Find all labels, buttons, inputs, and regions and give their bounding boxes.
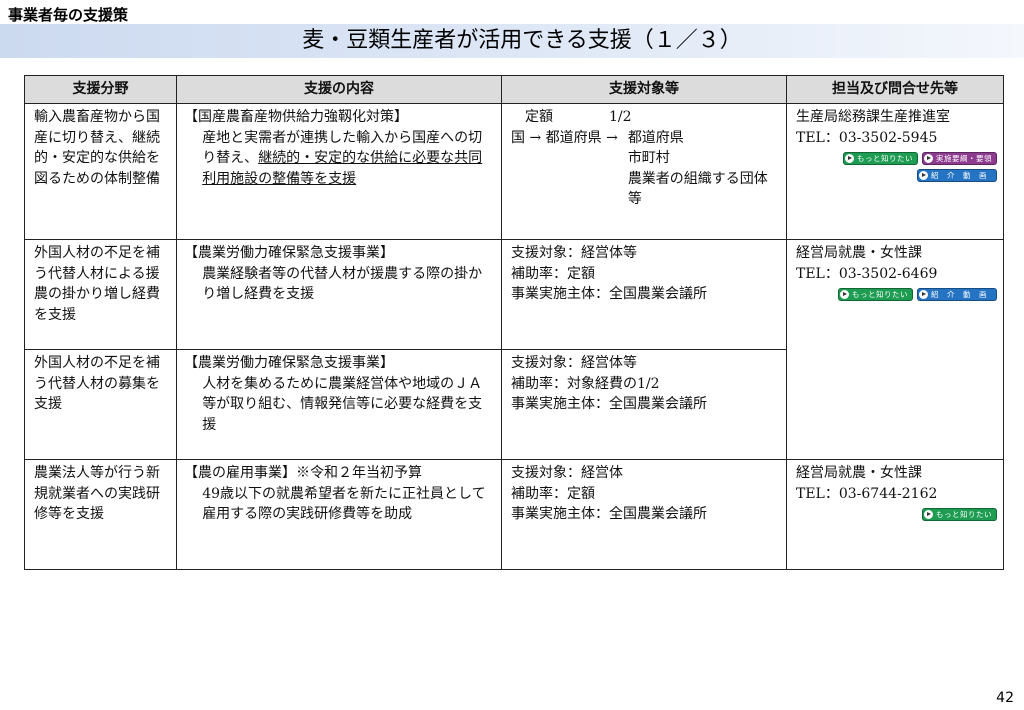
arrow-circle-icon (840, 290, 849, 299)
content-title: 【農業労働力確保緊急支援事業】 (184, 355, 394, 371)
content-body: 49歳以下の就農希望者を新たに正社員として雇用する際の実践研修費等を助成 (202, 485, 486, 523)
content-title: 【農業労働力確保緊急支援事業】 (184, 245, 394, 261)
more-info-label: もっと知りたい (857, 154, 913, 163)
target-line: 支援対象：経営体等 (511, 355, 637, 371)
cell-target: 支援対象：経営体等 補助率：対象経費の1/2 事業実施主体：全国農業会議所 (501, 349, 787, 460)
field-text: 農業法人等が行う新規就業者への実践研修等を支援 (34, 465, 160, 522)
target-recipient: 市町村 (627, 150, 670, 166)
cell-field: 外国人材の不足を補う代替人材による援農の掛かり増し経費を支援 (24, 239, 177, 350)
button-group: もっと知りたい (796, 508, 997, 521)
target-line: 支援対象：経営体等 (511, 245, 637, 261)
target-line: 補助率：対象経費の1/2 (511, 375, 660, 392)
cell-target: 支援対象：経営体等 補助率：定額 事業実施主体：全国農業会議所 (501, 239, 787, 350)
content-body: 産地と実需者が連携した輸入から国産への切り替え、継続的・安定的な供給に必要な共同… (184, 128, 495, 190)
arrow-circle-icon (924, 510, 933, 519)
button-group: もっと知りたい 実施要綱・要領 (796, 152, 997, 165)
cell-content: 【農業労働力確保緊急支援事業】 人材を集めるために農業経営体や地域のＪＡ等が取り… (176, 349, 502, 460)
table-header-row: 支援分野 支援の内容 支援対象等 担当及び問合せ先等 (24, 75, 1004, 104)
section-label: 事業者毎の支援策 (8, 6, 129, 24)
target-line: 事業実施主体：全国農業会議所 (511, 286, 707, 302)
more-info-button[interactable]: もっと知りたい (922, 508, 997, 521)
title-bar: 麦・豆類生産者が活用できる支援（１／３） (0, 24, 1024, 58)
table-row: 外国人材の不足を補う代替人材による援農の掛かり増し経費を支援 【農業労働力確保緊… (24, 239, 1004, 460)
content-title: 【農の雇用事業】※令和２年当初予算 (184, 465, 422, 481)
arrow-circle-icon (845, 154, 854, 163)
cell-content: 【農の雇用事業】※令和２年当初予算 49歳以下の就農希望者を新たに正社員として雇… (176, 459, 502, 570)
table-row: 輸入農畜産物から国産に切り替え、継続的・安定的な供給を図るための体制整備 【国産… (24, 103, 1004, 240)
arrow-circle-icon (919, 171, 928, 180)
content-body: 人材を集めるために農業経営体や地域のＪＡ等が取り組む、情報発信等に必要な経費を支… (202, 375, 483, 433)
target-recipient: 農業者の組織する団体 等 (627, 170, 782, 208)
more-info-label: もっと知りたい (936, 510, 992, 519)
contact-department: 生産局総務課生産推進室 (796, 109, 950, 125)
target-line: 補助率：定額 (511, 265, 595, 282)
support-table: 支援分野 支援の内容 支援対象等 担当及び問合せ先等 輸入農畜産物から国産に切り… (24, 75, 1004, 570)
target-recipient: 都道府県 (627, 129, 684, 146)
contact-tel: TEL：03-3502-5945 (796, 129, 938, 146)
cell-content: 【国産農畜産物供給力強靱化対策】 産地と実需者が連携した輸入から国産への切り替え… (176, 103, 502, 240)
cell-field: 外国人材の不足を補う代替人材の募集を支援 (24, 349, 177, 460)
target-line: 支援対象：経営体 (511, 465, 623, 481)
cell-field: 農業法人等が行う新規就業者への実践研修等を支援 (24, 459, 177, 570)
page-number: 42 (996, 690, 1014, 706)
column-header-contact: 担当及び問合せ先等 (786, 75, 1004, 104)
field-text: 外国人材の不足を補う代替人材の募集を支援 (34, 355, 160, 412)
target-flow-to: 都道府県 市町村 農業者の組織する団体 等 (627, 128, 782, 210)
column-header-target: 支援対象等 (501, 75, 787, 104)
target-line: 事業実施主体：全国農業会議所 (511, 506, 707, 522)
cell-target: 定額 1/2 国 → 都道府県 → 都道府県 市町村 農業者の組織する団体 等 (501, 103, 787, 240)
target-flow: 国 → 都道府県 → 都道府県 市町村 農業者の組織する団体 等 (511, 128, 782, 210)
cell-contact: 生産局総務課生産推進室 TEL：03-3502-5945 もっと知りたい 実施要… (786, 103, 1004, 240)
arrow-circle-icon (919, 290, 928, 299)
target-line: 補助率：定額 (511, 485, 595, 502)
content-title: 【国産農畜産物供給力強靱化対策】 (184, 109, 408, 125)
target-rate: 定額 1/2 (511, 109, 632, 125)
cell-contact: 経営局就農・女性課 TEL：03-6744-2162 もっと知りたい (786, 459, 1004, 570)
field-text: 外国人材の不足を補う代替人材による援農の掛かり増し経費を支援 (34, 245, 160, 323)
contact-tel: TEL：03-6744-2162 (796, 485, 938, 502)
more-info-button[interactable]: もっと知りたい (843, 152, 918, 165)
contact-tel: TEL：03-3502-6469 (796, 265, 938, 282)
intro-video-label: 紹 介 動 画 (931, 171, 987, 180)
cell-target: 支援対象：経営体 補助率：定額 事業実施主体：全国農業会議所 (501, 459, 787, 570)
contact-department: 経営局就農・女性課 (796, 245, 922, 261)
intro-video-button[interactable]: 紹 介 動 画 (917, 169, 997, 182)
field-text: 輸入農畜産物から国産に切り替え、継続的・安定的な供給を図るための体制整備 (34, 109, 160, 187)
intro-video-button[interactable]: 紹 介 動 画 (917, 288, 997, 301)
column-header-field: 支援分野 (24, 75, 177, 104)
target-flow-from: 国 → 都道府県 → (511, 129, 618, 146)
more-info-button[interactable]: もっと知りたい (838, 288, 913, 301)
guidelines-label: 実施要綱・要領 (936, 154, 992, 163)
button-group: 紹 介 動 画 (796, 169, 997, 182)
arrow-circle-icon (924, 154, 933, 163)
cell-content: 【農業労働力確保緊急支援事業】 農業経験者等の代替人材が援農する際の掛かり増し経… (176, 239, 502, 350)
cell-contact: 経営局就農・女性課 TEL：03-3502-6469 もっと知りたい 紹 介 動… (786, 239, 1004, 460)
page-title: 麦・豆類生産者が活用できる支援（１／３） (302, 28, 742, 53)
target-line: 事業実施主体：全国農業会議所 (511, 396, 707, 412)
more-info-label: もっと知りたい (852, 290, 908, 299)
column-header-content: 支援の内容 (176, 75, 502, 104)
table-row: 農業法人等が行う新規就業者への実践研修等を支援 【農の雇用事業】※令和２年当初予… (24, 459, 1004, 570)
guidelines-button[interactable]: 実施要綱・要領 (922, 152, 997, 165)
content-body: 農業経験者等の代替人材が援農する際の掛かり増し経費を支援 (202, 265, 483, 303)
intro-video-label: 紹 介 動 画 (931, 290, 987, 299)
cell-field: 輸入農畜産物から国産に切り替え、継続的・安定的な供給を図るための体制整備 (24, 103, 177, 240)
contact-department: 経営局就農・女性課 (796, 465, 922, 481)
button-group: もっと知りたい 紹 介 動 画 (796, 288, 997, 301)
